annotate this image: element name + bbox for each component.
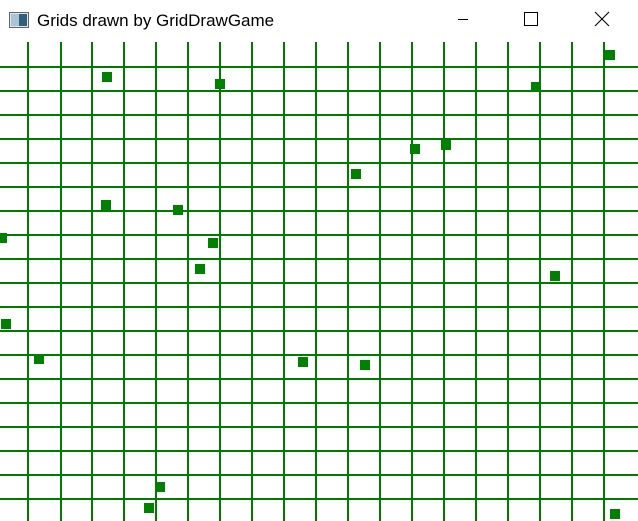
filled-cell [610,509,620,519]
maximize-icon [523,11,539,32]
filled-cell [144,503,154,513]
app-window-icon [9,12,29,28]
title-bar[interactable]: Grids drawn by GridDrawGame [0,0,638,42]
filled-cell [155,482,165,492]
game-canvas[interactable] [0,42,638,521]
filled-cell [351,169,361,179]
filled-cell [195,264,205,274]
filled-cell [531,82,541,92]
filled-cell [215,79,225,89]
filled-cell [101,200,111,210]
close-button[interactable] [579,0,625,42]
grid-drawing [0,42,638,521]
filled-cell [550,271,560,281]
close-icon [594,11,610,32]
minimize-button[interactable] [440,0,486,42]
filled-cell [441,140,451,150]
filled-cell [298,357,308,367]
app-window: Grids drawn by GridDrawGame [0,0,638,521]
maximize-button[interactable] [508,0,554,42]
window-title: Grids drawn by GridDrawGame [37,11,275,30]
filled-cell [360,360,370,370]
filled-cell [34,354,44,364]
filled-cell [102,72,112,82]
filled-cell [1,319,11,329]
filled-cell [0,233,7,243]
filled-cell [173,205,183,215]
filled-cell [208,238,218,248]
filled-cell [605,50,615,60]
minimize-icon [457,12,469,30]
filled-cell [410,144,420,154]
